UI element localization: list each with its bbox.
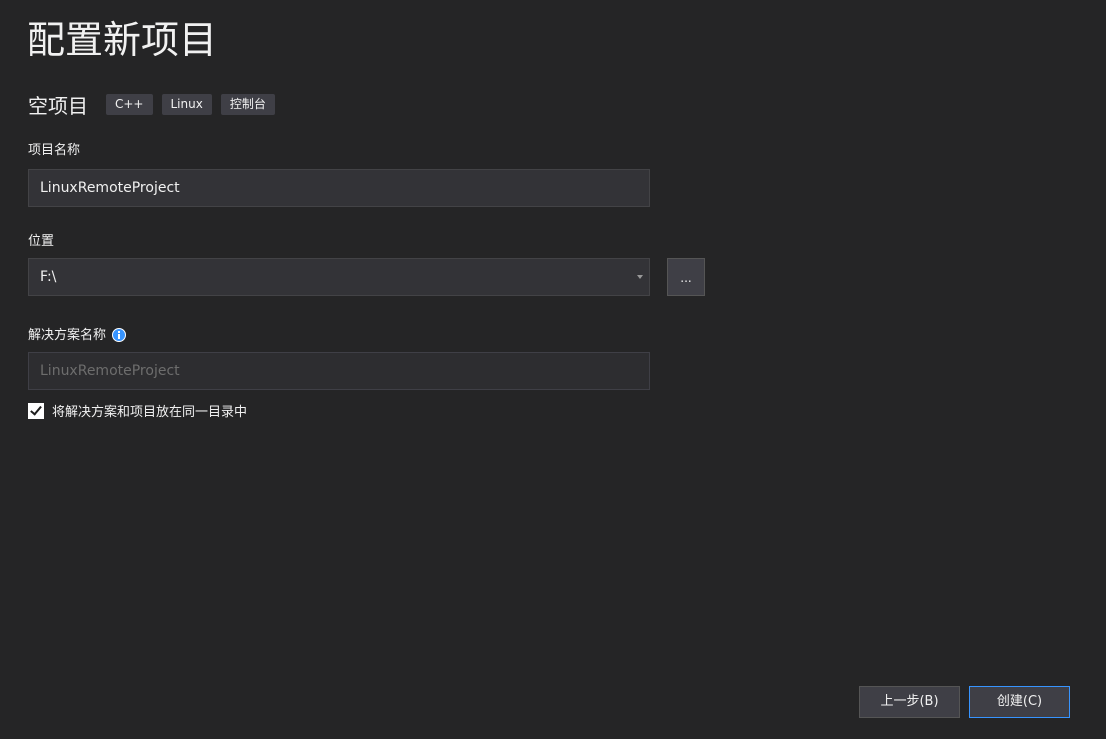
- location-combobox[interactable]: F:\: [28, 258, 650, 296]
- tag-cpp: C++: [106, 93, 153, 115]
- tag-console: 控制台: [220, 93, 275, 115]
- solution-name-label-row: 解决方案名称: [28, 324, 127, 343]
- same-directory-label[interactable]: 将解决方案和项目放在同一目录中: [52, 401, 247, 420]
- location-label: 位置: [28, 234, 55, 249]
- browse-button[interactable]: ...: [667, 258, 705, 296]
- location-value: F:\: [40, 269, 57, 285]
- create-button[interactable]: 创建(C): [969, 686, 1070, 718]
- back-button[interactable]: 上一步(B): [859, 686, 960, 718]
- same-directory-option[interactable]: 将解决方案和项目放在同一目录中: [28, 401, 247, 420]
- page-title: 配置新项目: [27, 18, 218, 62]
- solution-name-input[interactable]: LinuxRemoteProject: [28, 352, 650, 390]
- template-name: 空项目: [28, 93, 88, 118]
- same-directory-checkbox[interactable]: [28, 402, 44, 419]
- project-name-input[interactable]: LinuxRemoteProject: [28, 169, 650, 207]
- solution-name-label: 解决方案名称: [28, 328, 107, 343]
- info-icon[interactable]: [112, 327, 127, 342]
- template-summary: 空项目 C++ Linux 控制台: [28, 90, 284, 118]
- project-name-label: 项目名称: [28, 143, 81, 158]
- tag-linux: Linux: [161, 93, 212, 115]
- chevron-down-icon[interactable]: [637, 275, 643, 279]
